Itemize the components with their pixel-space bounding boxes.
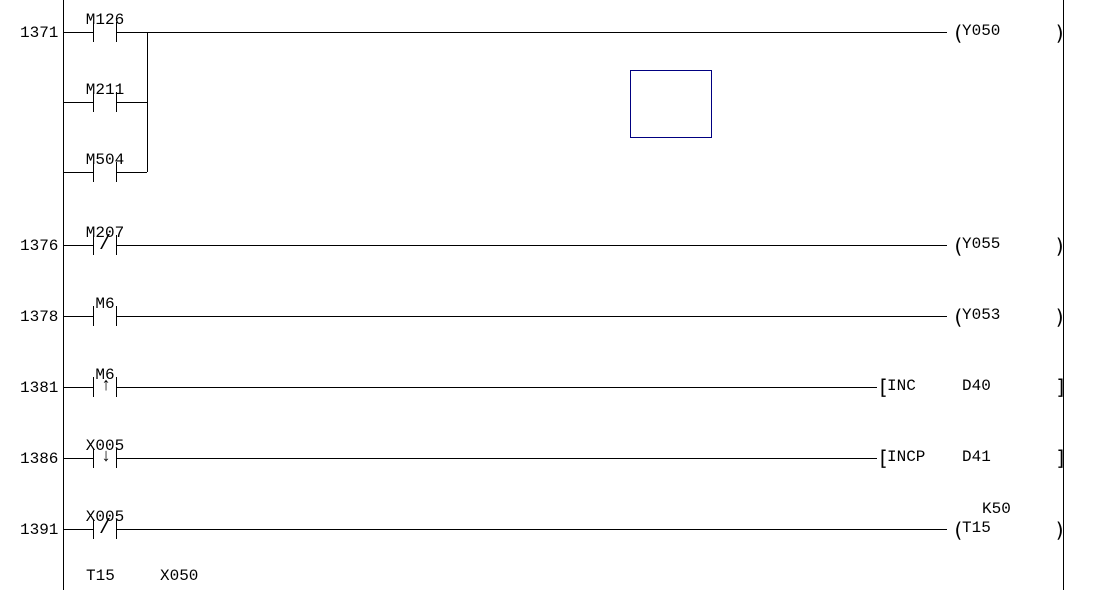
paren-close-icon: )	[1054, 234, 1066, 258]
step-number: 1371	[20, 24, 58, 42]
paren-close-icon: )	[1054, 305, 1066, 329]
coil-label: Y055	[962, 235, 1000, 253]
falling-edge-icon: ↓	[95, 446, 117, 468]
paren-close-icon: )	[1054, 518, 1066, 542]
coil-label: T15	[962, 519, 991, 537]
contact-label: M6	[63, 295, 147, 313]
contact-label: X005	[63, 508, 147, 526]
selection-box[interactable]	[630, 70, 712, 138]
coil-label: Y050	[962, 22, 1000, 40]
rung-wire	[147, 529, 947, 530]
coil-y050[interactable]: ( Y050 )	[962, 32, 1063, 33]
paren-close-icon: )	[1054, 21, 1066, 45]
contact-label: M504	[63, 151, 147, 169]
rung-wire	[147, 458, 877, 459]
rung-wire	[147, 316, 947, 317]
next-contact-label: X050	[160, 567, 198, 585]
step-number: 1378	[20, 308, 58, 326]
step-number: 1386	[20, 450, 58, 468]
func-op: INCP	[887, 448, 925, 466]
func-op: INC	[887, 377, 916, 395]
timer-t15[interactable]: K50 ( T15 )	[962, 529, 1063, 530]
right-rail	[1063, 0, 1064, 590]
next-contact-label: T15	[86, 567, 115, 585]
timer-preset: K50	[982, 500, 1011, 518]
bracket-close-icon: ]	[1055, 375, 1067, 399]
rung-wire	[147, 245, 947, 246]
step-number: 1391	[20, 521, 58, 539]
coil-y053[interactable]: ( Y053 )	[962, 316, 1063, 317]
bracket-close-icon: ]	[1055, 446, 1067, 470]
ladder-diagram: 1371 M126 M211 M504 ( Y050 ) 1376 M207 /…	[0, 0, 1097, 590]
rung-wire	[147, 32, 947, 33]
contact-label: M126	[63, 11, 147, 29]
coil-y055[interactable]: ( Y055 )	[962, 245, 1063, 246]
rung-wire	[147, 387, 877, 388]
rising-edge-icon: ↑	[95, 375, 117, 397]
coil-label: Y053	[962, 306, 1000, 324]
func-arg: D40	[962, 377, 991, 395]
contact-label: M211	[63, 81, 147, 99]
or-branch-vline	[147, 32, 148, 172]
step-number: 1376	[20, 237, 58, 255]
func-arg: D41	[962, 448, 991, 466]
step-number: 1381	[20, 379, 58, 397]
contact-label: M207	[63, 224, 147, 242]
